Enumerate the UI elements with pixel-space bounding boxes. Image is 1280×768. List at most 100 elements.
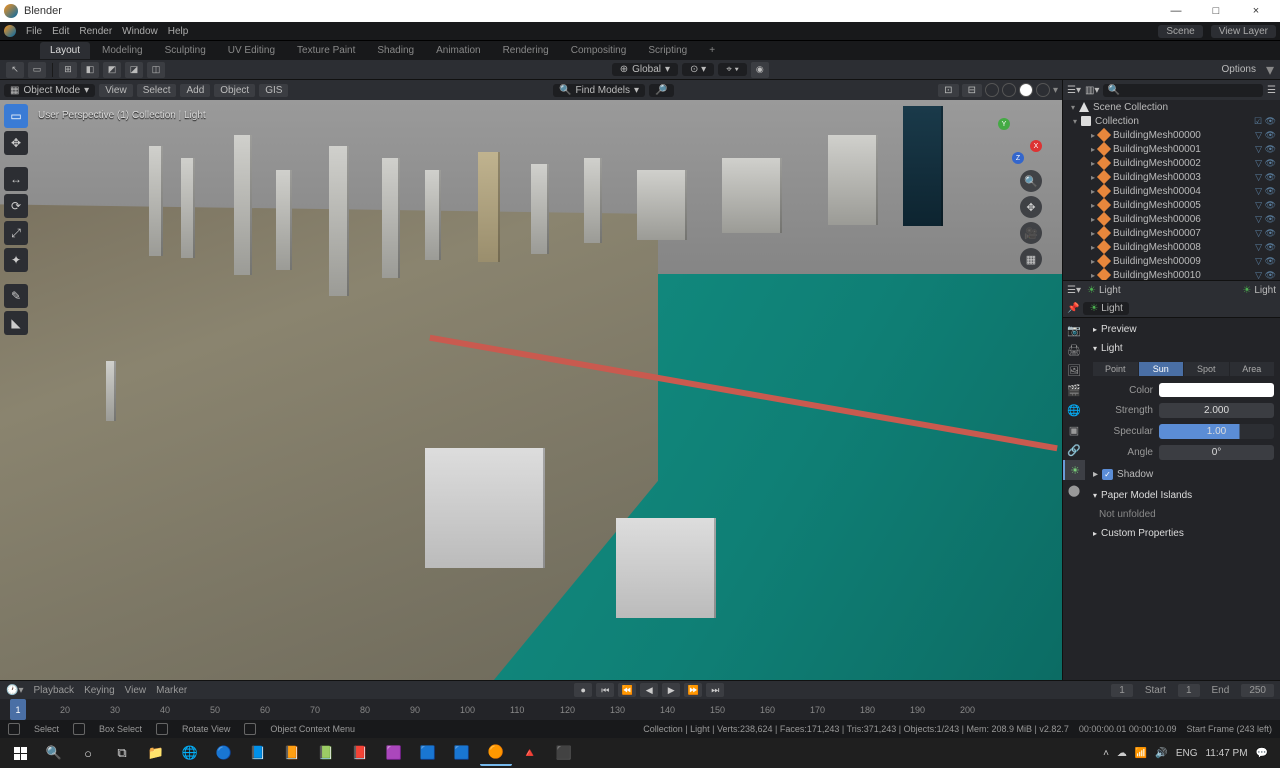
keyframe-prev-icon[interactable]: ⏪ (618, 683, 636, 697)
tl-keying[interactable]: Keying (84, 685, 115, 696)
proportional-icon[interactable]: ◉ (751, 62, 769, 78)
orientation-dropdown[interactable]: ⊕ Global ▾ (612, 63, 678, 76)
tool-measure[interactable]: ◣ (4, 311, 28, 335)
light-strength-field[interactable]: 2.000 (1159, 403, 1274, 418)
scene-selector[interactable]: Scene (1158, 25, 1202, 38)
overlay-toggle[interactable]: ⊡ (938, 84, 958, 97)
cortana-icon[interactable]: ○ (72, 740, 104, 766)
timeline-editor-icon[interactable]: 🕐▾ (6, 685, 23, 696)
tl-playback[interactable]: Playback (33, 685, 74, 696)
snap-dropdown[interactable]: ⌖ ▾ (718, 63, 747, 76)
tb-app-icon[interactable]: ⬛ (548, 740, 580, 766)
navigation-gizmo[interactable]: Y X Z (992, 114, 1042, 164)
tb-chrome-icon[interactable]: 🔵 (208, 740, 240, 766)
outliner-item[interactable]: BuildingMesh00001 (1113, 144, 1251, 155)
tl-view[interactable]: View (125, 685, 147, 696)
tool-select-box[interactable]: ▭ (4, 104, 28, 128)
tab-output-icon[interactable]: 🖨 (1063, 340, 1085, 360)
context-light-right[interactable]: Light (1254, 285, 1276, 296)
light-type-spot[interactable]: Spot (1184, 362, 1229, 376)
tab-world-icon[interactable]: 🌐 (1063, 400, 1085, 420)
viewlayer-selector[interactable]: View Layer (1211, 25, 1276, 38)
data-name-field[interactable]: ☀ Light (1083, 302, 1128, 315)
select-icon[interactable]: ▭ (28, 62, 46, 78)
tab-objectdata-icon[interactable]: ☀ (1063, 460, 1085, 480)
keyframe-next-icon[interactable]: ⏩ (684, 683, 702, 697)
tool-move[interactable]: ↔ (4, 167, 28, 191)
tab-rendering[interactable]: Rendering (493, 42, 559, 59)
light-angle-field[interactable]: 0° (1159, 445, 1274, 460)
xray-toggle[interactable]: ⊟ (962, 84, 982, 97)
tool-annotate[interactable]: ✎ (4, 284, 28, 308)
outliner-item[interactable]: BuildingMesh00007 (1113, 228, 1251, 239)
tab-modeling[interactable]: Modeling (92, 42, 153, 59)
taskview-icon[interactable]: ⧉ (106, 740, 138, 766)
panel-light[interactable]: ▾Light (1093, 341, 1274, 356)
outliner-editor-icon[interactable]: ☰▾ (1067, 85, 1081, 96)
tab-layout[interactable]: Layout (40, 42, 90, 59)
play-icon[interactable]: ▶ (662, 683, 680, 697)
minimize-button[interactable]: — (1156, 0, 1196, 22)
tool-transform[interactable]: ✦ (4, 248, 28, 272)
tab-animation[interactable]: Animation (426, 42, 490, 59)
tab-constraints-icon[interactable]: 🔗 (1063, 440, 1085, 460)
tray-sound-icon[interactable]: 🔊 (1155, 748, 1167, 759)
outliner-item[interactable]: BuildingMesh00005 (1113, 200, 1251, 211)
autokey-icon[interactable]: ● (574, 683, 592, 697)
tb-blender-icon[interactable]: 🟠 (480, 740, 512, 766)
tray-notif-icon[interactable]: 💬 (1256, 748, 1268, 759)
tray-wifi-icon[interactable]: 📶 (1135, 748, 1147, 759)
snap3-icon[interactable]: ◩ (103, 62, 121, 78)
frame-end-field[interactable]: 250 (1241, 684, 1274, 697)
tb-pdf-icon[interactable]: 📕 (344, 740, 376, 766)
tool-rotate[interactable]: ⟳ (4, 194, 28, 218)
pin-icon[interactable]: 📌 (1067, 303, 1079, 314)
options-dropdown[interactable]: Options (1216, 63, 1262, 76)
jump-end-icon[interactable]: ⏭ (706, 683, 724, 697)
playhead[interactable]: 1 (10, 699, 26, 720)
tab-render-icon[interactable]: 📷 (1063, 320, 1085, 340)
tab-sculpting[interactable]: Sculpting (155, 42, 216, 59)
outliner-collection[interactable]: Collection (1095, 116, 1250, 127)
tray-cloud-icon[interactable]: ☁ (1117, 748, 1127, 759)
tb-explorer-icon[interactable]: 📁 (140, 740, 172, 766)
timeline-ruler[interactable]: 1 10 20 30 40 50 60 70 80 90 100 110 120… (0, 699, 1280, 720)
tb-word-icon[interactable]: 📘 (242, 740, 274, 766)
menu-render[interactable]: Render (79, 26, 112, 37)
start-button[interactable] (4, 740, 36, 766)
close-button[interactable]: × (1236, 0, 1276, 22)
outliner-filter-icon[interactable]: ☰ (1267, 85, 1276, 96)
3d-viewport[interactable]: User Perspective (1) Collection | Light … (0, 100, 1062, 680)
shading-wire-icon[interactable] (985, 83, 999, 97)
vh-view[interactable]: View (99, 84, 133, 97)
tb-edge-icon[interactable]: 🌐 (174, 740, 206, 766)
tb-excel-icon[interactable]: 📗 (310, 740, 342, 766)
tb-code-icon[interactable]: 🟦 (412, 740, 444, 766)
frame-start-field[interactable]: 1 (1178, 684, 1200, 697)
light-type-sun[interactable]: Sun (1139, 362, 1184, 376)
find-models-field[interactable]: 🔎 (649, 84, 673, 97)
outliner-search-input[interactable]: 🔍 (1103, 84, 1263, 97)
snap4-icon[interactable]: ◪ (125, 62, 143, 78)
play-rev-icon[interactable]: ◀ (640, 683, 658, 697)
snap5-icon[interactable]: ◫ (147, 62, 165, 78)
cursor-icon[interactable]: ↖ (6, 62, 24, 78)
outliner[interactable]: ▾Scene Collection ▾Collection☑ 👁 ▸Buildi… (1063, 100, 1280, 280)
light-type-area[interactable]: Area (1230, 362, 1275, 376)
menu-file[interactable]: File (26, 26, 42, 37)
panel-pmi[interactable]: ▾Paper Model Islands (1093, 488, 1274, 503)
search-icon[interactable]: 🔍 (38, 740, 70, 766)
tb-vlc-icon[interactable]: 🔺 (514, 740, 546, 766)
gizmo-y-axis[interactable]: Y (998, 118, 1010, 130)
tb-ps-icon[interactable]: 🟦 (446, 740, 478, 766)
gizmo-x-axis[interactable]: X (1030, 140, 1042, 152)
vh-gis[interactable]: GIS (259, 84, 288, 97)
snap-icon[interactable]: ⊞ (59, 62, 77, 78)
context-light-left[interactable]: Light (1099, 285, 1121, 296)
shading-matprev-icon[interactable] (1019, 83, 1033, 97)
menu-window[interactable]: Window (122, 26, 158, 37)
panel-custom[interactable]: ▸Custom Properties (1093, 526, 1274, 541)
tool-scale[interactable]: ⤢ (4, 221, 28, 245)
tray-lang[interactable]: ENG (1176, 748, 1198, 759)
light-color-field[interactable] (1159, 383, 1274, 397)
